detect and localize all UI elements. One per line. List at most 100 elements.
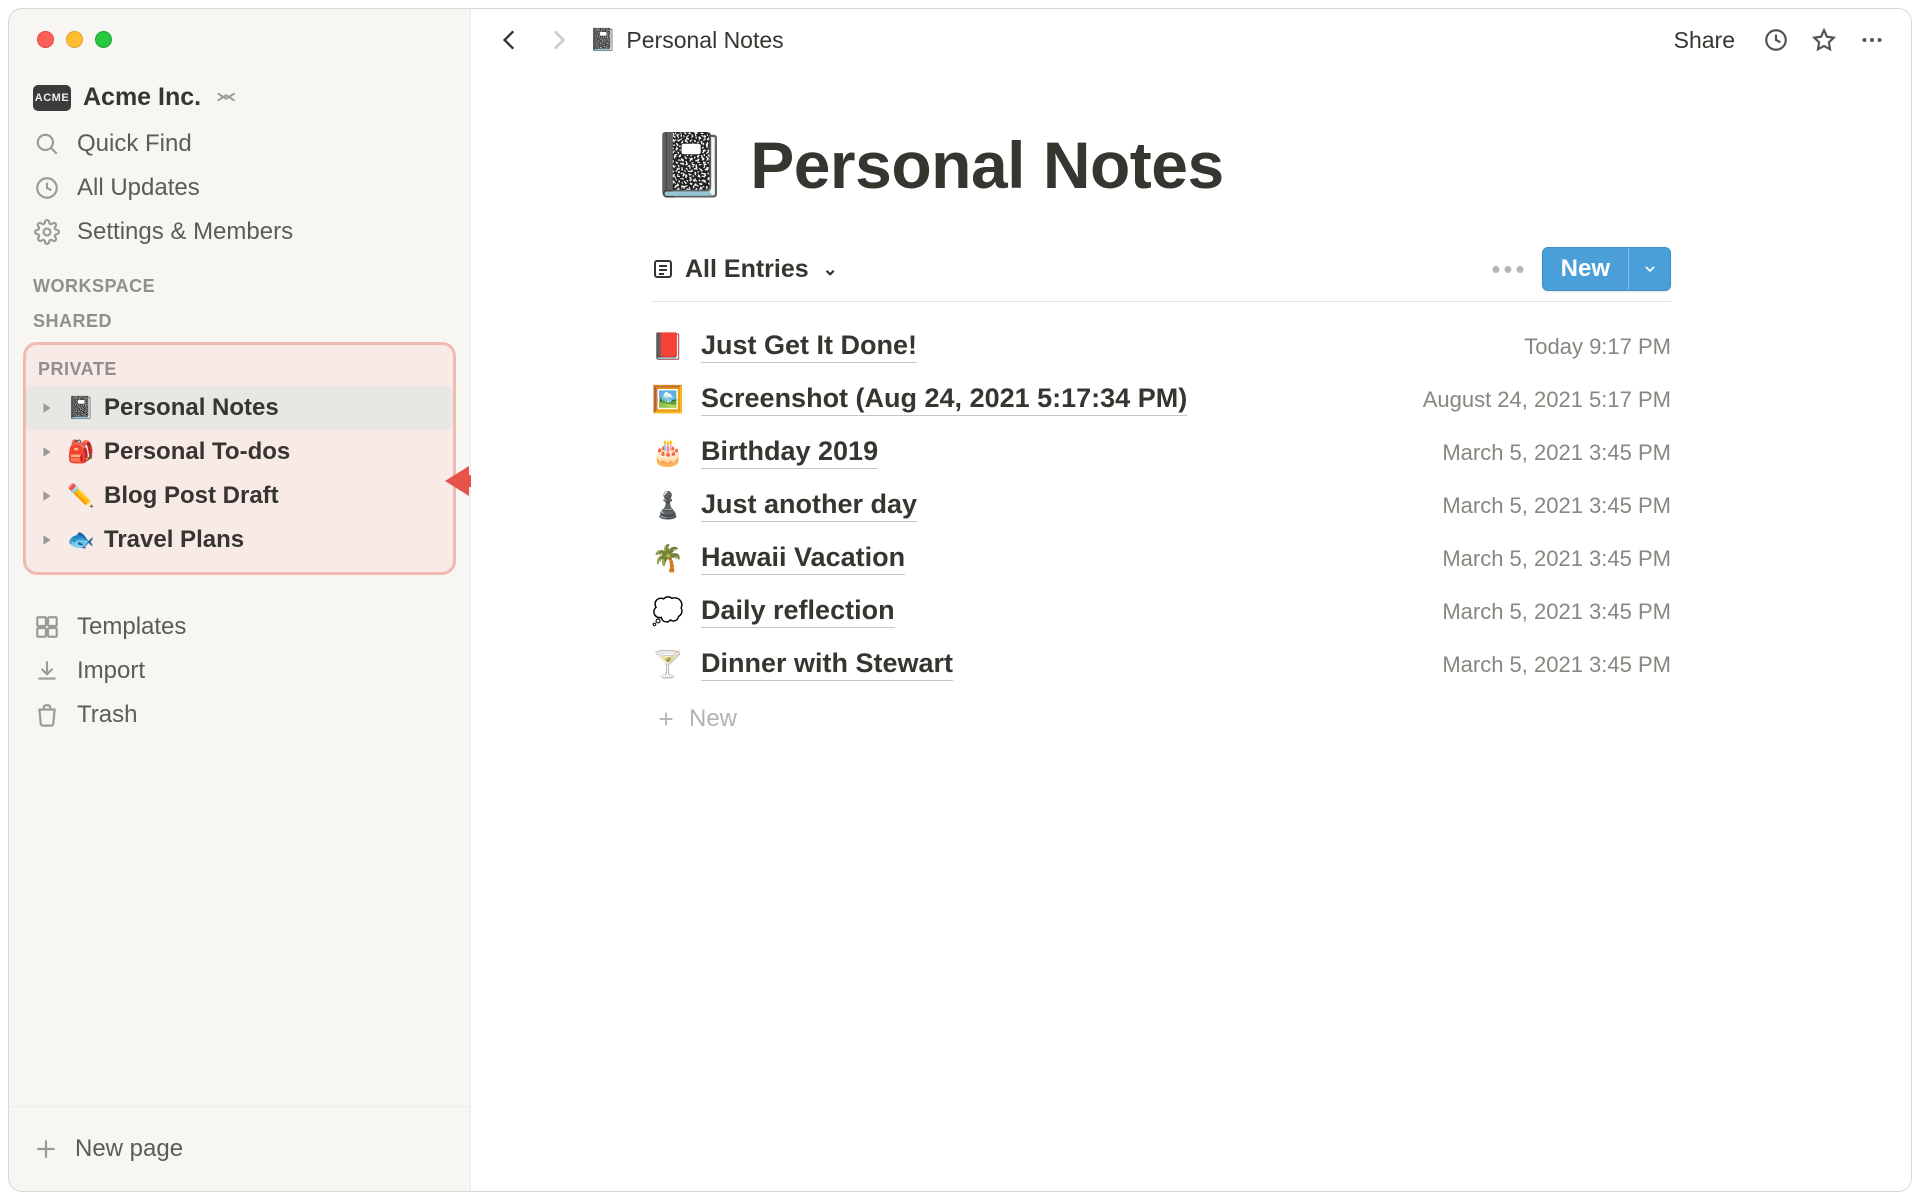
section-private[interactable]: PRIVATE [26,351,453,386]
entry-emoji: 💭 [651,596,685,627]
page-title-row: 📓 Personal Notes [651,127,1671,203]
chevron-right-icon[interactable] [36,397,58,419]
page-emoji: ✏️ [66,483,96,509]
templates-button[interactable]: Templates [9,605,470,649]
share-button[interactable]: Share [1664,21,1745,60]
sidebar-page-personal-notes[interactable]: 📓 Personal Notes [26,386,453,430]
import-button[interactable]: Import [9,649,470,693]
breadcrumb-label: Personal Notes [626,27,783,54]
nav-forward-button[interactable] [541,23,575,57]
list-item[interactable]: 🎂 Birthday 2019 March 5, 2021 3:45 PM [651,426,1671,479]
entry-emoji: 🍸 [651,649,685,680]
nav-back-button[interactable] [493,23,527,57]
new-button-label: New [1543,248,1628,290]
section-shared[interactable]: SHARED [9,303,470,338]
minimize-window-button[interactable] [66,31,83,48]
list-item[interactable]: 🌴 Hawaii Vacation March 5, 2021 3:45 PM [651,532,1671,585]
workspace-switcher[interactable]: ACME Acme Inc. ︿﹀ [9,61,470,122]
list-item[interactable]: 💭 Daily reflection March 5, 2021 3:45 PM [651,585,1671,638]
entry-title[interactable]: Daily reflection [701,595,895,628]
templates-label: Templates [77,613,186,641]
maximize-window-button[interactable] [95,31,112,48]
breadcrumb[interactable]: 📓 Personal Notes [589,27,784,54]
database-more-button[interactable]: ••• [1477,254,1541,285]
list-item[interactable]: ♟️ Just another day March 5, 2021 3:45 P… [651,479,1671,532]
sidebar-page-travel-plans[interactable]: 🐟 Travel Plans [26,518,453,562]
sidebar-footer: New page [9,1106,470,1191]
list-item[interactable]: 🖼️ Screenshot (Aug 24, 2021 5:17:34 PM) … [651,373,1671,426]
page-label: Blog Post Draft [104,482,279,510]
dots-horizontal-icon [1859,27,1885,53]
window-controls [9,9,470,61]
chevron-right-icon[interactable] [36,529,58,551]
list-item[interactable]: 📕 Just Get It Done! Today 9:17 PM [651,320,1671,373]
entry-title[interactable]: Hawaii Vacation [701,542,905,575]
entry-emoji: 📕 [651,331,685,362]
plus-icon [33,1136,59,1162]
trash-button[interactable]: Trash [9,693,470,737]
entry-emoji: ♟️ [651,490,685,521]
favorite-button[interactable] [1807,23,1841,57]
trash-icon [33,701,61,729]
new-entry-button[interactable]: New [1542,247,1671,291]
templates-icon [33,613,61,641]
close-window-button[interactable] [37,31,54,48]
breadcrumb-emoji: 📓 [589,27,616,53]
entry-emoji: 🖼️ [651,384,685,415]
chevron-up-down-icon: ︿﹀ [217,90,235,106]
database-header: All Entries ⌄ ••• New [651,247,1671,302]
new-row-label: New [689,705,737,733]
entry-title[interactable]: Just another day [701,489,917,522]
page-label: Personal Notes [104,394,279,422]
sidebar: ACME Acme Inc. ︿﹀ Quick Find All Updates… [9,9,471,1191]
search-icon [33,130,61,158]
add-new-row-button[interactable]: New [651,691,1671,733]
private-section-highlight: PRIVATE 📓 Personal Notes 🎒 Personal To-d… [23,342,456,575]
view-selector[interactable]: All Entries ⌄ [651,255,838,284]
entry-title[interactable]: Screenshot (Aug 24, 2021 5:17:34 PM) [701,383,1187,416]
page-icon[interactable]: 📓 [651,129,728,202]
entry-emoji: 🎂 [651,437,685,468]
chevron-down-icon: ⌄ [823,259,838,280]
entry-title[interactable]: Birthday 2019 [701,436,878,469]
chevron-down-icon [1642,261,1658,277]
page-label: Travel Plans [104,526,244,554]
import-label: Import [77,657,145,685]
workspace-name: Acme Inc. [83,83,201,112]
app-window: ACME Acme Inc. ︿﹀ Quick Find All Updates… [8,8,1912,1192]
entry-date: March 5, 2021 3:45 PM [1442,599,1671,625]
clock-icon [33,174,61,202]
entry-date: March 5, 2021 3:45 PM [1442,546,1671,572]
updates-button[interactable] [1759,23,1793,57]
gear-icon [33,218,61,246]
clock-icon [1763,27,1789,53]
section-workspace[interactable]: WORKSPACE [9,254,470,303]
new-page-button[interactable]: New page [9,1125,470,1173]
chevron-right-icon[interactable] [36,441,58,463]
entries-list: 📕 Just Get It Done! Today 9:17 PM 🖼️ Scr… [651,320,1671,733]
trash-label: Trash [77,701,137,729]
page-label: Personal To-dos [104,438,290,466]
plus-icon [655,708,677,730]
entry-title[interactable]: Just Get It Done! [701,330,917,363]
new-button-dropdown[interactable] [1628,248,1670,290]
entry-date: March 5, 2021 3:45 PM [1442,440,1671,466]
workspace-badge: ACME [33,85,71,111]
more-button[interactable] [1855,23,1889,57]
page-title[interactable]: Personal Notes [750,127,1224,203]
all-updates-label: All Updates [77,174,200,202]
main-content: 📓 Personal Notes Share 📓 Personal Notes [471,9,1911,1191]
page-emoji: 📓 [66,395,96,421]
quick-find-button[interactable]: Quick Find [9,122,470,166]
entry-date: March 5, 2021 3:45 PM [1442,652,1671,678]
quick-find-label: Quick Find [77,130,192,158]
sidebar-page-blog-post-draft[interactable]: ✏️ Blog Post Draft [26,474,453,518]
settings-button[interactable]: Settings & Members [9,210,470,254]
entry-title[interactable]: Dinner with Stewart [701,648,953,681]
star-icon [1811,27,1837,53]
sidebar-page-personal-todos[interactable]: 🎒 Personal To-dos [26,430,453,474]
share-label: Share [1674,27,1735,54]
all-updates-button[interactable]: All Updates [9,166,470,210]
chevron-right-icon[interactable] [36,485,58,507]
list-item[interactable]: 🍸 Dinner with Stewart March 5, 2021 3:45… [651,638,1671,691]
